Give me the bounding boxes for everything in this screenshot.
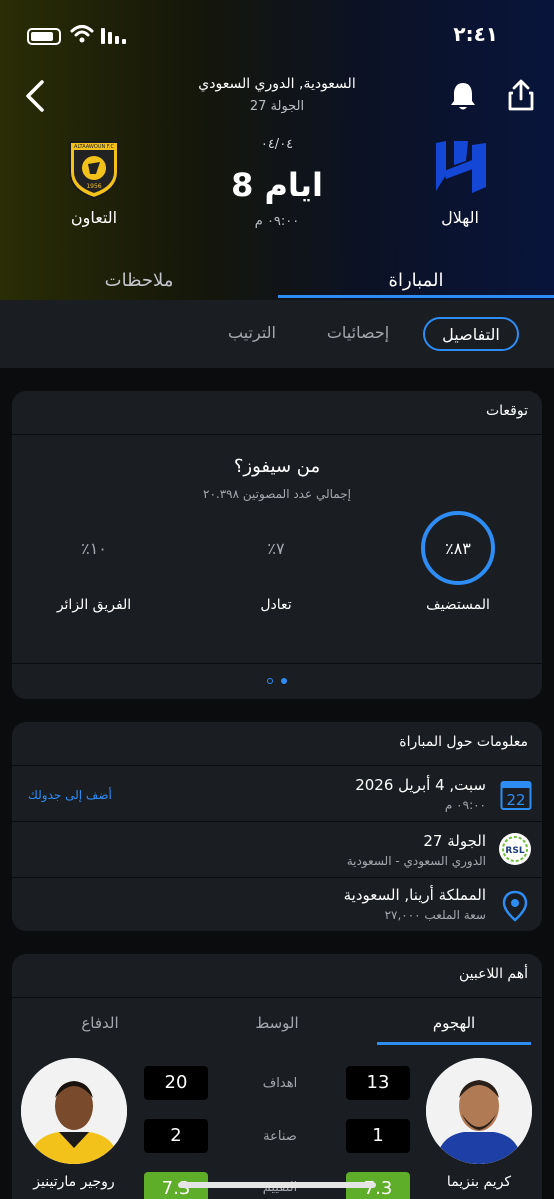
- subtab-stats[interactable]: إحصائيات: [310, 317, 406, 351]
- svg-text:1956: 1956: [86, 183, 101, 190]
- draw-pct[interactable]: ٪٧: [226, 539, 326, 558]
- home-label: المستضيف: [426, 597, 490, 613]
- tab-active-indicator: [278, 295, 554, 298]
- home-pct: ٪٨٣: [445, 539, 471, 558]
- home-assists: 1: [346, 1119, 410, 1153]
- round-row[interactable]: RSL الجولة 27 الدوري السعودي - السعودية: [12, 822, 542, 877]
- away-pct[interactable]: ٪١٠: [44, 539, 144, 558]
- home-goals: 13: [346, 1066, 410, 1100]
- match-date: سبت, 4 أبريل 2026: [355, 776, 486, 794]
- page-dot[interactable]: [267, 678, 273, 684]
- subtab-standings[interactable]: الترتيب: [210, 317, 294, 351]
- match-header: ٢:٤١ السعودية, الدوري السعودي الجولة 27 …: [0, 0, 554, 300]
- top-players-title: أهم اللاعبين: [458, 966, 528, 982]
- location-pin-icon: [502, 890, 528, 922]
- league-name: السعودية, الدوري السعودي: [198, 76, 356, 92]
- home-indicator[interactable]: [178, 1182, 376, 1188]
- kickoff-time: ٠٩:٠٠ م: [254, 214, 300, 229]
- predictions-question: من سيفوز؟: [233, 456, 321, 477]
- total-votes: إجمالي عدد المصوتين ٢٠.٣٩٨: [203, 487, 351, 501]
- venue-row[interactable]: المملكة أرينا, السعودية سعة الملعب ٢٧,٠٠…: [12, 878, 542, 931]
- svg-text:22: 22: [506, 791, 525, 809]
- home-player-name[interactable]: كريم بنزيما: [409, 1174, 542, 1190]
- away-assists: 2: [144, 1119, 208, 1153]
- tab-defense[interactable]: الدفاع: [12, 1014, 188, 1032]
- tab-notes[interactable]: ملاحظات: [0, 270, 278, 291]
- match-info-title: معلومات حول المباراة: [399, 734, 528, 750]
- predictions-title: توقعات: [485, 403, 528, 419]
- away-player-name[interactable]: روجير مارتينيز: [12, 1174, 144, 1190]
- away-team-logo[interactable]: ALTAAWOUN F.C 1956: [66, 138, 122, 200]
- tab-attack[interactable]: الهجوم: [366, 1014, 542, 1032]
- match-date-short: ٠٤/٠٤: [260, 137, 294, 152]
- home-team-logo[interactable]: [430, 135, 492, 197]
- share-button[interactable]: [506, 78, 536, 112]
- page-dot-active[interactable]: [281, 678, 287, 684]
- tab-match[interactable]: المباراة: [278, 270, 554, 291]
- predictions-card: توقعات من سيفوز؟ إجمالي عدد المصوتين ٢٠.…: [12, 391, 542, 699]
- countdown: 8 ايام: [231, 166, 323, 204]
- top-players-card: أهم اللاعبين الهجوم الوسط الدفاع 13 20 ا…: [12, 954, 542, 1199]
- tab-midfield[interactable]: الوسط: [189, 1014, 365, 1032]
- signal-icon: [101, 28, 127, 44]
- assists-label: صناعة: [263, 1129, 297, 1144]
- battery-icon: [27, 28, 61, 45]
- away-player-avatar[interactable]: [21, 1058, 127, 1164]
- player-tab-indicator: [377, 1042, 531, 1045]
- away-goals: 20: [144, 1066, 208, 1100]
- match-time: ٠٩:٠٠ م: [444, 798, 486, 812]
- away-team-name[interactable]: التعاون: [44, 208, 144, 227]
- add-to-calendar-link[interactable]: أضف إلى جدولك: [28, 788, 112, 802]
- league-logo-icon: RSL: [499, 833, 531, 865]
- goals-label: اهداف: [262, 1076, 298, 1091]
- svg-text:ALTAAWOUN F.C: ALTAAWOUN F.C: [74, 144, 114, 150]
- match-date-row[interactable]: 22 سبت, 4 أبريل 2026 ٠٩:٠٠ م أضف إلى جدو…: [12, 766, 542, 821]
- sub-tabs: التفاصيل إحصائيات الترتيب: [0, 300, 554, 368]
- calendar-icon: 22: [500, 781, 532, 810]
- status-time: ٢:٤١: [453, 22, 498, 46]
- subtab-details[interactable]: التفاصيل: [423, 317, 519, 351]
- match-info-card: معلومات حول المباراة 22 سبت, 4 أبريل 202…: [12, 722, 542, 931]
- competition-name: الدوري السعودي - السعودية: [346, 854, 486, 868]
- home-player-avatar[interactable]: [426, 1058, 532, 1164]
- status-bar: ٢:٤١: [0, 18, 554, 54]
- venue-name: المملكة أرينا, السعودية: [343, 886, 486, 904]
- away-label: الفريق الزائر: [56, 597, 132, 613]
- svg-text:RSL: RSL: [505, 846, 524, 856]
- home-team-name[interactable]: الهلال: [410, 208, 510, 227]
- draw-label: تعادل: [260, 597, 292, 613]
- wifi-icon: [70, 25, 94, 43]
- back-button[interactable]: [20, 78, 50, 114]
- notification-bell-button[interactable]: [448, 80, 478, 112]
- round-label: الجولة 27: [249, 99, 305, 114]
- round-title: الجولة 27: [423, 832, 486, 850]
- venue-capacity: سعة الملعب ٢٧,٠٠٠: [384, 908, 486, 922]
